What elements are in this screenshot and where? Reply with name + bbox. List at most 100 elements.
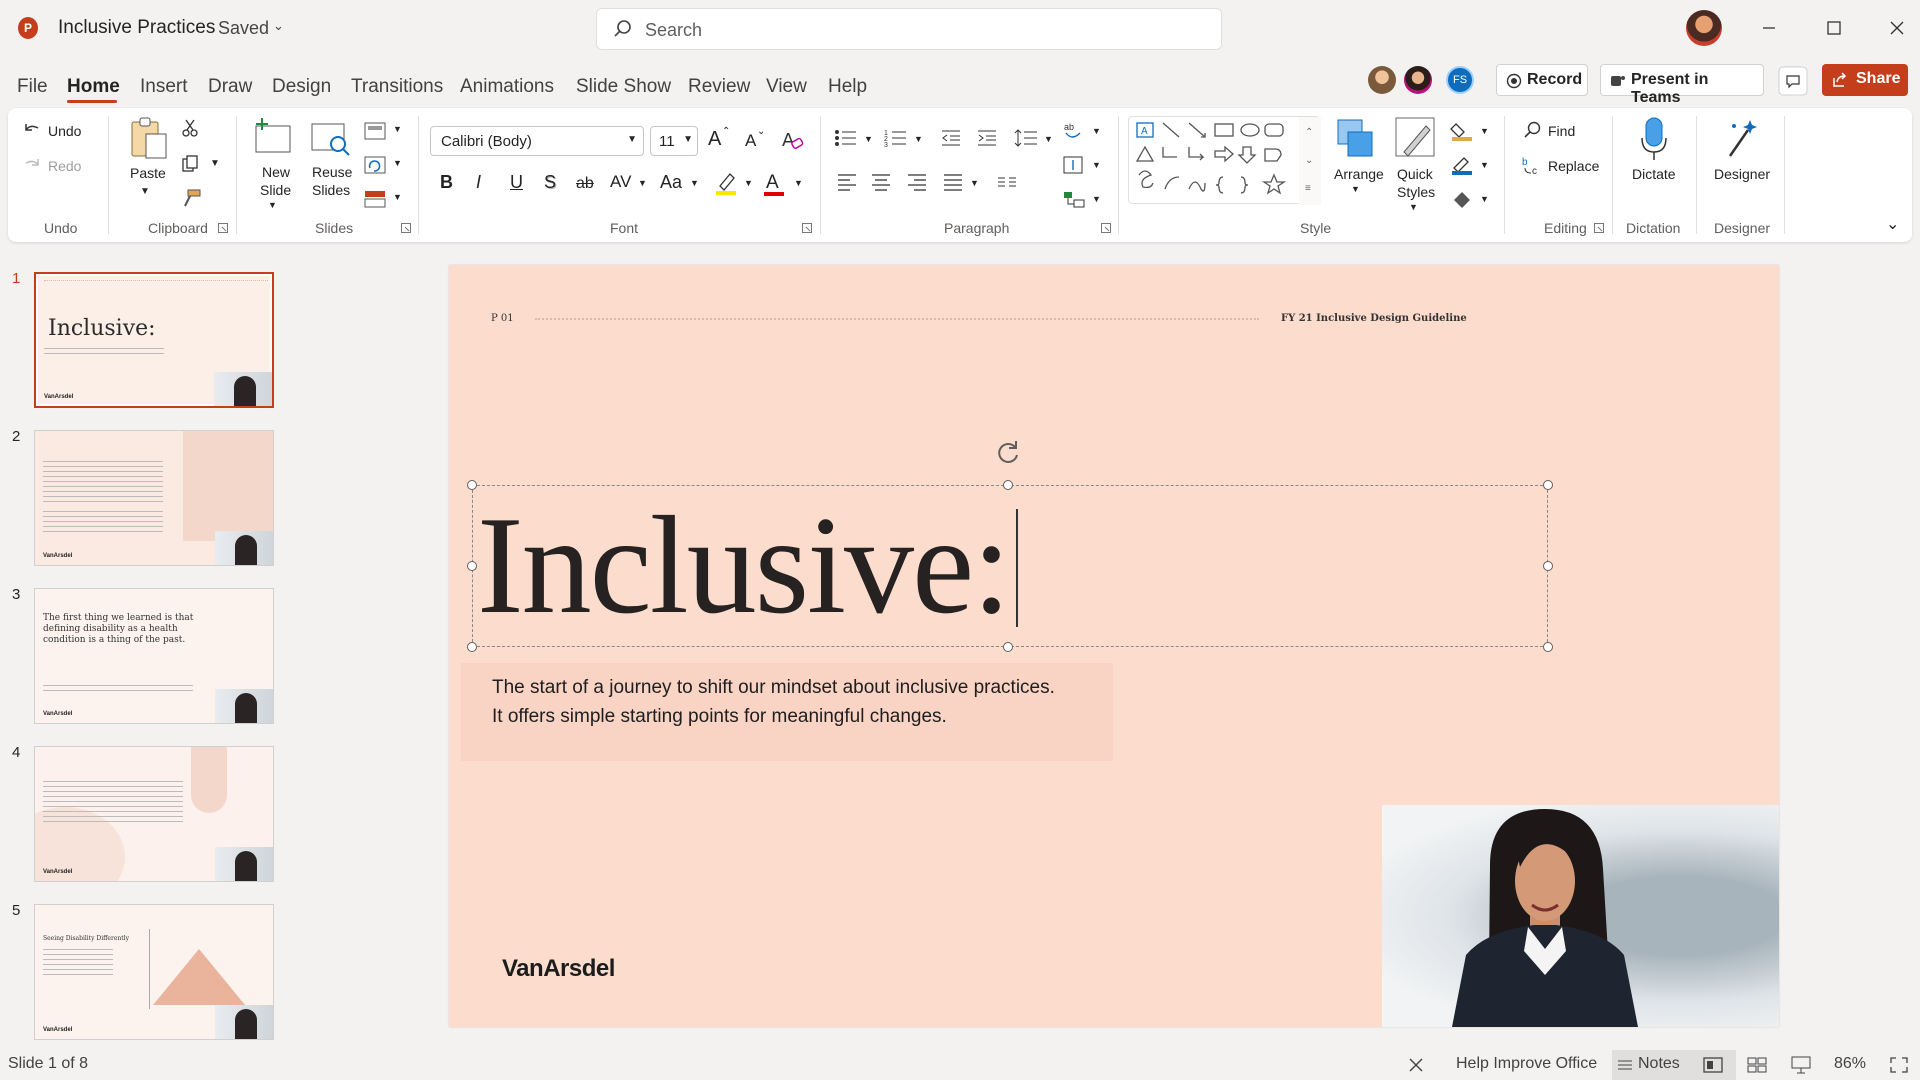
replace-button[interactable]: Replace	[1548, 158, 1599, 174]
present-in-teams-button[interactable]: Present in Teams	[1600, 64, 1764, 106]
tab-transitions[interactable]: Transitions	[351, 76, 443, 98]
chevron-down-icon[interactable]: ▼	[1351, 184, 1360, 194]
change-case-button[interactable]: Aa	[660, 172, 682, 193]
resize-handle[interactable]	[467, 480, 477, 490]
slide-thumbnail-1[interactable]: Inclusive: VanArsdel	[34, 272, 274, 408]
slide-canvas[interactable]: P 01 FY 21 Inclusive Design Guideline In…	[449, 265, 1779, 1027]
font-size-select[interactable]: 11 ▼	[650, 126, 698, 156]
dictate-button[interactable]: Dictate	[1632, 166, 1676, 182]
shape-outline-icon[interactable]	[1450, 154, 1474, 176]
comments-icon[interactable]	[1778, 66, 1808, 96]
resize-handle[interactable]	[467, 642, 477, 652]
collaborator-avatar[interactable]	[1368, 66, 1396, 94]
slide-sorter-icon[interactable]	[1746, 1055, 1768, 1075]
chevron-down-icon[interactable]: ▼	[744, 178, 753, 188]
reset-icon[interactable]	[364, 156, 386, 174]
smartart-icon[interactable]	[1062, 188, 1086, 210]
bullets-icon[interactable]	[834, 128, 858, 148]
chevron-down-icon[interactable]: ▼	[970, 178, 979, 188]
tab-insert[interactable]: Insert	[140, 76, 188, 98]
chevron-down-icon[interactable]: ▼	[638, 178, 647, 188]
tab-draw[interactable]: Draw	[208, 76, 252, 98]
slide-thumbnail-2[interactable]: VanArsdel	[34, 430, 274, 566]
new-slide-label-1[interactable]: New	[262, 164, 290, 180]
tab-home[interactable]: Home	[67, 76, 120, 98]
copy-icon[interactable]	[180, 154, 200, 174]
redo-button[interactable]: Redo	[48, 158, 81, 174]
record-button[interactable]: Record	[1496, 64, 1588, 96]
chevron-down-icon[interactable]: ⌄	[273, 18, 284, 34]
chevron-down-icon[interactable]: ▼	[393, 124, 402, 134]
chevron-down-icon[interactable]: ▼	[1092, 126, 1101, 136]
undo-icon[interactable]	[22, 120, 42, 140]
resize-handle[interactable]	[1543, 561, 1553, 571]
maximize-icon[interactable]	[1820, 14, 1848, 42]
dialog-launcher-icon[interactable]	[401, 223, 411, 233]
quick-styles-label-2[interactable]: Styles	[1397, 184, 1435, 200]
line-spacing-icon[interactable]	[1014, 128, 1038, 148]
new-slide-label-2[interactable]: Slide	[260, 182, 291, 198]
section-icon[interactable]	[364, 190, 386, 208]
increase-indent-icon[interactable]	[976, 128, 998, 148]
close-icon[interactable]	[1406, 1055, 1426, 1075]
dialog-launcher-icon[interactable]	[1101, 223, 1111, 233]
decrease-indent-icon[interactable]	[940, 128, 962, 148]
tab-slide-show[interactable]: Slide Show	[576, 76, 671, 98]
grow-font-button[interactable]: A	[708, 128, 721, 151]
help-improve-office-link[interactable]: Help Improve Office	[1456, 1055, 1597, 1073]
italic-button[interactable]: I	[476, 172, 481, 193]
dialog-launcher-icon[interactable]	[218, 223, 228, 233]
chevron-down-icon[interactable]: ▼	[393, 192, 402, 202]
strikethrough-button[interactable]: ab	[576, 175, 594, 193]
microphone-icon[interactable]	[1638, 116, 1670, 162]
shapes-gallery[interactable]: A ⌃ ⌄ ≡	[1128, 116, 1321, 205]
align-left-icon[interactable]	[836, 172, 858, 192]
tab-help[interactable]: Help	[828, 76, 867, 98]
chevron-down-icon[interactable]: ▼	[210, 158, 220, 169]
share-button[interactable]: Share	[1822, 64, 1908, 96]
slide-title[interactable]: Inclusive:	[477, 485, 1011, 646]
presenter-video[interactable]	[1382, 805, 1779, 1027]
highlighter-icon[interactable]	[714, 170, 738, 196]
reading-view-icon[interactable]	[1790, 1055, 1812, 1075]
reuse-slides-label-2[interactable]: Slides	[312, 182, 350, 198]
redo-icon[interactable]	[22, 155, 42, 175]
align-right-icon[interactable]	[906, 172, 928, 192]
find-button[interactable]: Find	[1548, 123, 1575, 139]
chevron-down-icon[interactable]: ▼	[1092, 160, 1101, 170]
chevron-down-icon[interactable]: ▼	[1480, 160, 1489, 170]
dialog-launcher-icon[interactable]	[802, 223, 812, 233]
slide-thumbnail-3[interactable]: The first thing we learned is that defin…	[34, 588, 274, 724]
format-painter-icon[interactable]	[180, 188, 202, 208]
chevron-down-icon[interactable]: ▼	[864, 134, 873, 144]
tab-animations[interactable]: Animations	[460, 76, 554, 98]
tab-view[interactable]: View	[766, 76, 807, 98]
reuse-slides-icon[interactable]	[310, 118, 352, 160]
chevron-down-icon[interactable]: ▼	[1480, 194, 1489, 204]
slide-thumbnail-4[interactable]: VanArsdel	[34, 746, 274, 882]
shape-effects-icon[interactable]	[1450, 188, 1474, 210]
align-center-icon[interactable]	[870, 172, 892, 192]
arrange-button[interactable]: Arrange	[1334, 166, 1384, 182]
undo-button[interactable]: Undo	[48, 123, 81, 139]
columns-icon[interactable]	[996, 172, 1018, 192]
rotate-handle-icon[interactable]	[995, 439, 1021, 465]
slide-subtitle[interactable]: The start of a journey to shift our mind…	[492, 673, 1055, 731]
save-status[interactable]: Saved	[218, 18, 269, 39]
paste-icon[interactable]	[128, 116, 170, 162]
search-box[interactable]: Search	[596, 8, 1222, 50]
layout-icon[interactable]	[364, 122, 386, 140]
numbering-icon[interactable]: 123	[884, 128, 908, 148]
resize-handle[interactable]	[1543, 642, 1553, 652]
text-direction-icon[interactable]: ab	[1062, 120, 1086, 142]
collaborator-initials[interactable]: FS	[1446, 66, 1474, 94]
shrink-font-button[interactable]: A	[745, 131, 756, 151]
quick-styles-label-1[interactable]: Quick	[1397, 166, 1433, 182]
font-color-button[interactable]: A	[766, 172, 779, 194]
replace-icon[interactable]: bc	[1522, 154, 1544, 176]
bold-button[interactable]: B	[440, 172, 453, 193]
resize-handle[interactable]	[1543, 480, 1553, 490]
collapse-ribbon-icon[interactable]: ⌄	[1886, 214, 1899, 234]
tab-file[interactable]: File	[17, 76, 48, 98]
tab-review[interactable]: Review	[688, 76, 750, 98]
